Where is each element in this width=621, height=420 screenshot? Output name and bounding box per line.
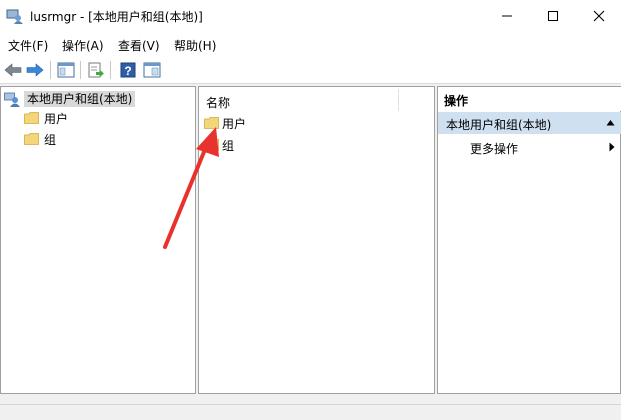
forward-button[interactable] [25, 60, 45, 80]
status-bar [0, 404, 621, 420]
toolbar-separator [50, 61, 51, 79]
help-icon: ? [120, 62, 136, 78]
users-groups-icon [4, 92, 20, 107]
toolbar-separator [80, 61, 81, 79]
menu-file[interactable]: 文件(F) [8, 37, 48, 54]
action-pane-title: 操作 [444, 94, 469, 108]
maximize-icon [548, 11, 558, 21]
folder-icon [24, 112, 39, 124]
list-item-groups[interactable]: 组 [222, 137, 234, 154]
tree-root-item[interactable]: 本地用户和组(本地) [24, 91, 136, 107]
column-divider[interactable] [398, 89, 399, 111]
list-pane [198, 86, 435, 394]
back-button[interactable] [3, 60, 23, 80]
tree-item-groups[interactable]: 组 [44, 131, 56, 148]
properties-icon [143, 62, 161, 78]
forward-arrow-icon [26, 63, 44, 77]
help-button[interactable]: ? [118, 60, 138, 80]
properties-button[interactable] [142, 60, 162, 80]
folder-icon [24, 133, 39, 145]
svg-text:?: ? [124, 64, 131, 78]
list-item-users[interactable]: 用户 [222, 115, 246, 132]
close-button[interactable] [576, 0, 621, 32]
app-icon [6, 9, 23, 24]
close-icon [593, 10, 605, 22]
action-more-actions[interactable]: 更多操作 [470, 140, 518, 157]
chevron-right-icon[interactable] [609, 142, 615, 152]
minimize-icon [502, 15, 512, 17]
menu-help[interactable]: 帮助(H) [174, 37, 216, 54]
menu-view[interactable]: 查看(V) [118, 37, 160, 54]
annotation-arrow [163, 127, 219, 249]
menu-action[interactable]: 操作(A) [62, 37, 104, 54]
toolbar-separator [110, 61, 111, 79]
tree-item-users[interactable]: 用户 [44, 110, 68, 127]
console-tree-icon [57, 62, 75, 78]
minimize-button[interactable] [484, 0, 530, 32]
export-list-icon [88, 62, 104, 78]
action-section-title[interactable]: 本地用户和组(本地) [446, 116, 551, 133]
column-header-name[interactable]: 名称 [206, 94, 230, 111]
collapse-up-icon[interactable] [606, 119, 615, 126]
maximize-button[interactable] [530, 0, 576, 32]
back-arrow-icon [4, 63, 22, 77]
show-hide-tree-button[interactable] [56, 60, 76, 80]
export-list-button[interactable] [86, 60, 106, 80]
window-title: lusrmgr - [本地用户和组(本地)] [30, 10, 203, 24]
